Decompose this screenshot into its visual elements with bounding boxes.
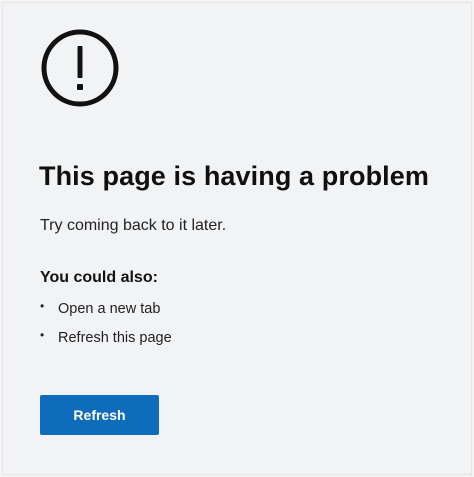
suggestion-refresh-page: Refresh this page xyxy=(58,330,172,346)
error-page: This page is having a problem Try coming… xyxy=(2,2,472,475)
suggestion-open-new-tab: Open a new tab xyxy=(58,301,161,317)
refresh-button[interactable]: Refresh xyxy=(40,395,159,435)
exclamation-circle-icon xyxy=(41,29,119,107)
bullet-icon: • xyxy=(40,299,45,313)
page-title: This page is having a problem xyxy=(39,161,429,191)
error-subtitle: Try coming back to it later. xyxy=(40,217,227,234)
suggestions-heading: You could also: xyxy=(40,269,158,286)
bullet-icon: • xyxy=(40,328,45,342)
